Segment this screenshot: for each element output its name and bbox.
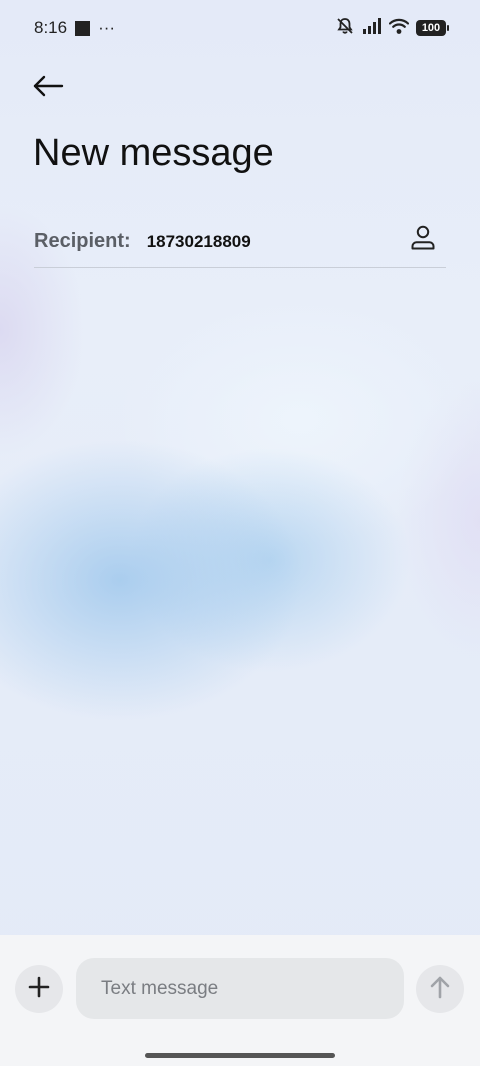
status-time: 8:16 <box>34 18 68 37</box>
add-attachment-button[interactable] <box>15 965 63 1013</box>
wifi-icon <box>388 18 410 39</box>
battery-icon: 100 <box>416 20 449 36</box>
status-bar: 8:16 ··· 100 <box>0 0 480 56</box>
contact-picker-button[interactable] <box>408 224 438 254</box>
recipient-row[interactable]: Recipient: 18730218809 <box>34 216 446 268</box>
message-input-container[interactable] <box>76 958 404 1019</box>
send-button[interactable] <box>416 965 464 1013</box>
more-notifications-icon: ··· <box>98 18 116 37</box>
page-title: New message <box>33 132 274 174</box>
composer-bar <box>0 935 480 1066</box>
home-indicator[interactable] <box>145 1053 335 1058</box>
person-icon <box>409 223 437 256</box>
recipient-label: Recipient: <box>34 230 131 252</box>
mute-bell-icon <box>335 16 355 41</box>
battery-level: 100 <box>421 22 441 34</box>
notification-square-icon <box>75 20 91 36</box>
signal-icon <box>362 17 382 39</box>
arrow-up-icon <box>429 975 451 1004</box>
status-left: 8:16 ··· <box>34 18 115 38</box>
message-input[interactable] <box>101 977 404 1000</box>
arrow-left-icon <box>32 74 64 103</box>
recipient-value[interactable]: 18730218809 <box>147 232 251 252</box>
back-button[interactable] <box>30 72 66 104</box>
plus-icon <box>28 976 50 1003</box>
status-right: 100 <box>335 16 449 41</box>
